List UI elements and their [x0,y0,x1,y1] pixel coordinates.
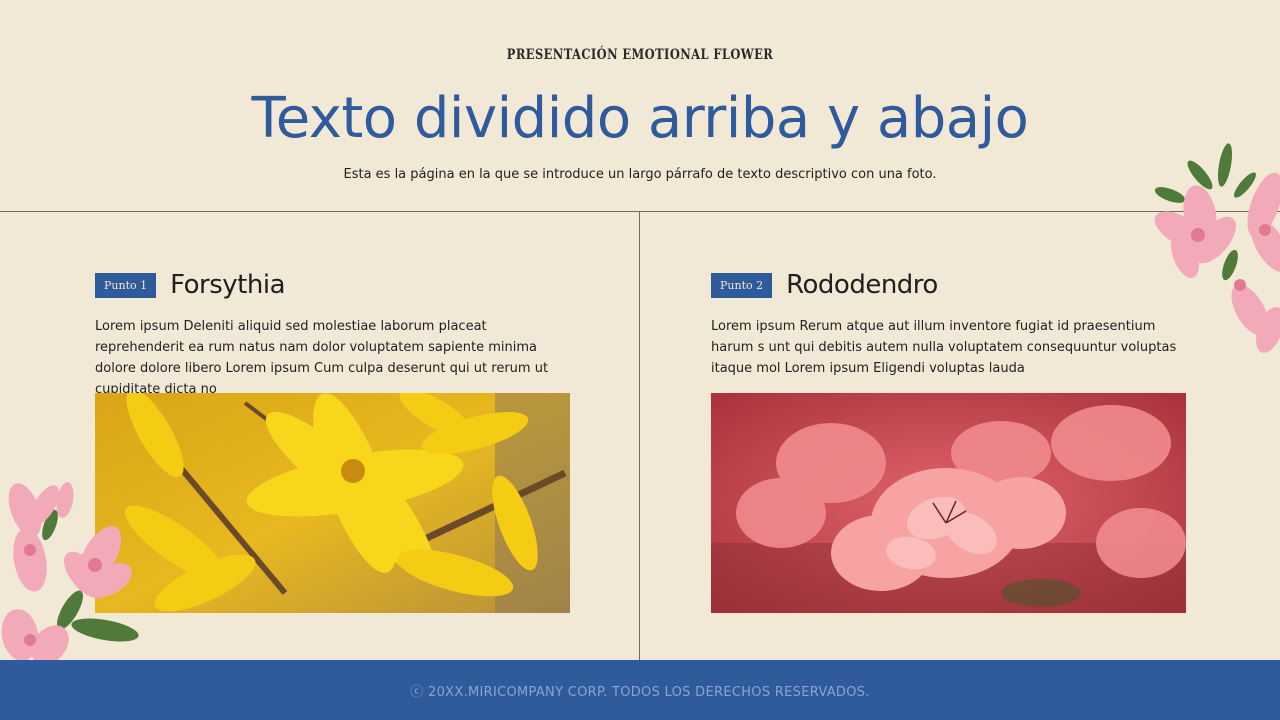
horizontal-divider [0,211,1280,212]
decorative-flower-top-right [1140,135,1280,355]
decorative-flower-bottom-left [0,480,145,660]
point-1-title: Forsythia [170,270,285,300]
point-1-text: Lorem ipsum Deleniti aliquid sed molesti… [95,319,549,397]
rhododendron-photo [711,393,1186,613]
point-2-section: Punto 2 Rododendro Lorem ipsum Rerum atq… [711,268,1191,382]
footer-copyright: ⓒ 20XX.MIRICOMPANY CORP. TODOS LOS DEREC… [410,684,870,700]
forsythia-photo [95,393,570,613]
forsythia-image [95,393,570,613]
rhododendron-image [711,393,1186,613]
footer-bar: ⓒ 20XX.MIRICOMPANY CORP. TODOS LOS DEREC… [0,660,1280,720]
point-2-title: Rododendro [786,270,938,300]
point-2-badge: Punto 2 [711,272,773,298]
page-title: Texto dividido arriba y abajo [251,86,1029,151]
vertical-divider [639,211,640,660]
flower-icon [1154,143,1280,353]
point-1-heading: Punto 1 Forsythia [95,268,575,302]
point-2-heading: Punto 2 Rododendro [711,268,1191,302]
presentation-kicker: PRESENTACIÓN EMOTIONAL FLOWER [506,47,774,63]
point-1-badge: Punto 1 [95,272,157,298]
page-subtitle: Esta es la página en la que se introduce… [343,167,937,182]
point-2-text: Lorem ipsum Rerum atque aut illum invent… [711,319,1177,376]
point-1-section: Punto 1 Forsythia Lorem ipsum Deleniti a… [95,268,575,397]
flower-icon [1,482,139,660]
